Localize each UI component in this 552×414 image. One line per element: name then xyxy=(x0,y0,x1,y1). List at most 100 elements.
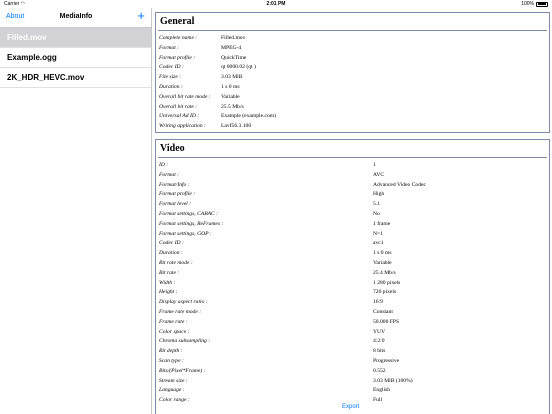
info-row: Bits/(Pixel*Frame) : 0.552 xyxy=(159,367,549,377)
video-section: Video ID : 1 Format : AVC Format/Info : Advan… xyxy=(155,139,550,414)
info-value: 3.03 MiB (100%) xyxy=(373,377,413,384)
info-row: Bit depth : 8 bits xyxy=(159,347,549,357)
info-row: Format level : 5.1 xyxy=(159,200,549,210)
info-value: 8 bits xyxy=(373,348,386,355)
media-info-report[interactable]: General Complete name : Filled.mov Format … xyxy=(153,8,552,414)
info-value: Advanced Video Codec xyxy=(373,181,426,188)
info-row: Format : AVC xyxy=(159,171,549,181)
info-value: English xyxy=(373,387,391,394)
info-row: Format settings, ReFrames : 1 frame xyxy=(159,220,549,230)
info-value: Constant xyxy=(373,308,393,315)
info-row: Format settings, CABAC : No xyxy=(159,210,549,220)
info-value: Progressive xyxy=(373,357,400,364)
general-heading: General xyxy=(160,16,195,27)
info-key: Color space : xyxy=(159,328,190,335)
info-key: Width : xyxy=(159,279,176,286)
info-row: Overall bit rate : 25.5 Mb/s xyxy=(159,103,549,113)
info-row: Writing application : Lavf56.3.100 xyxy=(159,122,549,132)
info-value: Example (example.com) xyxy=(221,113,276,120)
info-key: File size : xyxy=(159,74,182,81)
info-key: Bit depth : xyxy=(159,348,183,355)
info-row: Bit rate mode : Variable xyxy=(159,259,549,269)
info-key: Chroma subsampling : xyxy=(159,338,211,345)
info-row: Duration : 1 s 0 ms xyxy=(159,83,549,93)
info-row: File size : 3.03 MiB xyxy=(159,73,549,83)
info-row: Height : 720 pixels xyxy=(159,288,549,298)
info-value: 1 s 0 ms xyxy=(373,250,392,257)
info-key: Format settings, ReFrames : xyxy=(159,220,224,227)
video-heading: Video xyxy=(160,143,185,154)
info-value: QuickTime xyxy=(221,54,247,61)
export-button[interactable]: Export xyxy=(342,404,359,410)
info-row: ID : 1 xyxy=(159,161,549,171)
file-list: Filled.mov Example.ogg 2K_HDR_HEVC.mov xyxy=(0,28,151,88)
battery-icon xyxy=(536,1,548,7)
info-value: avc1 xyxy=(373,240,384,247)
general-rows: Complete name : Filled.mov Format : MPEG-4 F… xyxy=(156,31,549,132)
info-value: Full xyxy=(373,397,383,404)
info-key: Stream size : xyxy=(159,377,188,384)
info-row: Frame rate mode : Constant xyxy=(159,308,549,318)
status-time: 2:01 PM xyxy=(266,1,286,7)
info-row: Format settings, GOP : N=1 xyxy=(159,230,549,240)
info-row: Frame rate : 50.000 FPS xyxy=(159,318,549,328)
info-row: Width : 1 280 pixels xyxy=(159,279,549,289)
info-value: 1 280 pixels xyxy=(373,279,401,286)
info-row: Codec ID : avc1 xyxy=(159,239,549,249)
info-value: 25.4 Mb/s xyxy=(373,269,396,276)
info-row: Format profile : QuickTime xyxy=(159,54,549,64)
info-key: Frame rate : xyxy=(159,318,188,325)
battery-percent: 100% xyxy=(521,1,534,7)
info-row: Color space : YUV xyxy=(159,328,549,338)
info-key: Height : xyxy=(159,289,178,296)
file-list-item[interactable]: Example.ogg xyxy=(0,48,151,68)
info-key: Display aspect ratio : xyxy=(159,299,208,306)
info-value: 25.5 Mb/s xyxy=(221,103,244,110)
info-value: YUV xyxy=(373,328,386,335)
info-value: 16:9 xyxy=(373,299,383,306)
info-key: Writing application : xyxy=(159,123,206,130)
general-section: General Complete name : Filled.mov Format … xyxy=(155,12,550,133)
info-value: No xyxy=(373,210,380,217)
info-value: 720 pixels xyxy=(373,289,397,296)
info-row: Complete name : Filled.mov xyxy=(159,34,549,44)
info-key: Duration : xyxy=(159,250,183,257)
info-value: 1 xyxy=(373,162,376,168)
info-key: Duration : xyxy=(159,83,183,90)
info-key: Format : xyxy=(159,44,180,51)
info-key: Language : xyxy=(159,387,185,394)
info-row: Chroma subsampling : 4:2:0 xyxy=(159,337,549,347)
info-value: 1 s 0 ms xyxy=(221,83,240,90)
info-key: Format : xyxy=(159,171,180,178)
info-value: 5.1 xyxy=(373,201,380,208)
info-value: Filled.mov xyxy=(221,35,246,41)
info-key: Scan type : xyxy=(159,357,184,364)
info-key: Format profile : xyxy=(159,191,196,198)
info-key: Overall bit rate mode : xyxy=(159,93,211,100)
info-row: Overall bit rate mode : Variable xyxy=(159,93,549,103)
sidebar-navbar: About MediaInfo + xyxy=(0,8,151,28)
info-row: Universal Ad ID : Example (example.com) xyxy=(159,112,549,122)
info-value: AVC xyxy=(373,171,385,178)
add-file-icon[interactable]: + xyxy=(137,9,145,22)
info-key: Codec ID : xyxy=(159,240,184,247)
info-key: Frame rate mode : xyxy=(159,308,202,315)
info-row: Display aspect ratio : 16:9 xyxy=(159,298,549,308)
file-list-item[interactable]: Filled.mov xyxy=(0,28,151,48)
file-list-item[interactable]: 2K_HDR_HEVC.mov xyxy=(0,68,151,88)
info-row: Duration : 1 s 0 ms xyxy=(159,249,549,259)
file-sidebar: About MediaInfo + Filled.mov Example.ogg 2… xyxy=(0,8,152,414)
info-value: 0.552 xyxy=(373,367,386,374)
info-row: Format : MPEG-4 xyxy=(159,44,549,54)
info-row: Format profile : High xyxy=(159,190,549,200)
info-key: ID : xyxy=(159,162,169,168)
info-value: 50.000 FPS xyxy=(373,318,400,325)
info-key: Format/Info : xyxy=(159,181,190,188)
info-row: Scan type : Progressive xyxy=(159,357,549,367)
info-key: Codec ID : xyxy=(159,64,184,71)
info-value: High xyxy=(373,191,385,198)
info-value: Lavf56.3.100 xyxy=(221,123,252,130)
info-key: Bit rate : xyxy=(159,269,180,276)
info-key: Format settings, GOP : xyxy=(159,230,212,237)
app-title: MediaInfo xyxy=(59,13,93,20)
